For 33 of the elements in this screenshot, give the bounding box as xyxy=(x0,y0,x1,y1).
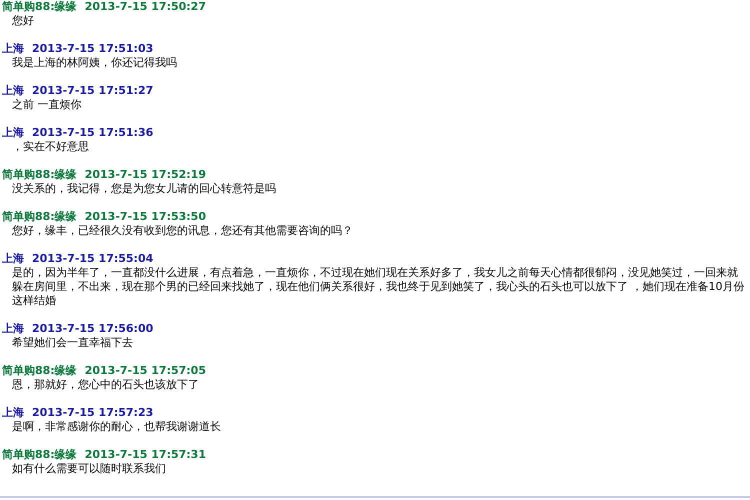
message-text: ，实在不好意思 xyxy=(11,140,90,154)
message-text: 我是上海的林阿姨，你还记得我吗 xyxy=(11,56,178,70)
sender-name: 简单购88:缘缘 xyxy=(2,210,77,224)
message-text: 没关系的，我记得，您是为您女儿请的回心转意符是吗 xyxy=(11,182,277,196)
message-text: 如有什么需要可以随时联系我们 xyxy=(11,462,167,476)
message-time: 2013-7-15 17:52:19 xyxy=(84,168,206,182)
message-text: 您好 xyxy=(11,14,35,28)
sender-name: 上海 xyxy=(2,406,24,420)
message-time: 2013-7-15 17:51:03 xyxy=(32,42,154,56)
sender-name: 上海 xyxy=(2,126,24,140)
message-text: 是的，因为半年了，一直都没什么进展，有点着急，一直烦你，不过现在她们现在关系好多了，我女儿之前每天心情都很郁闷，没见她笑过，一回来就躲在房间里，不出来，现在那个男的已经回来找她了，现在他们俩关系很好，我也终于见到她笑了，我心头的石头也可以放下了 ，她们现在准备10月份这样结婚 xyxy=(11,266,746,308)
message-time: 2013-7-15 17:51:27 xyxy=(32,84,154,98)
message-time: 2013-7-15 17:57:23 xyxy=(32,406,154,420)
sender-name: 上海 xyxy=(2,322,24,336)
message-time: 2013-7-15 17:53:50 xyxy=(84,210,206,224)
sender-name: 简单购88:缘缘 xyxy=(2,448,77,462)
message-time: 2013-7-15 17:50:27 xyxy=(84,0,206,14)
sender-name: 简单购88:缘缘 xyxy=(2,364,77,378)
message-time: 2013-7-15 17:57:31 xyxy=(84,448,206,462)
message-text: 希望她们会一直幸福下去 xyxy=(11,336,134,350)
message-time: 2013-7-15 17:56:00 xyxy=(32,322,154,336)
sender-name: 上海 xyxy=(2,42,24,56)
sender-name: 简单购88:缘缘 xyxy=(2,0,77,14)
message-time: 2013-7-15 17:51:36 xyxy=(32,126,154,140)
sender-name: 上海 xyxy=(2,84,24,98)
message-time: 2013-7-15 17:57:05 xyxy=(84,364,206,378)
message-text: 恩，那就好，您心中的石头也该放下了 xyxy=(11,378,200,392)
message-time: 2013-7-15 17:55:04 xyxy=(32,252,154,266)
sender-name: 简单购88:缘缘 xyxy=(2,168,77,182)
sender-name: 上海 xyxy=(2,252,24,266)
message-text: 之前 一直烦你 xyxy=(11,98,82,112)
message-text: 您好，缘丰，已经很久没有收到您的讯息，您还有其他需要咨询的吗？ xyxy=(11,224,354,238)
message-text: 是啊，非常感谢你的耐心，也帮我谢谢道长 xyxy=(11,420,222,434)
